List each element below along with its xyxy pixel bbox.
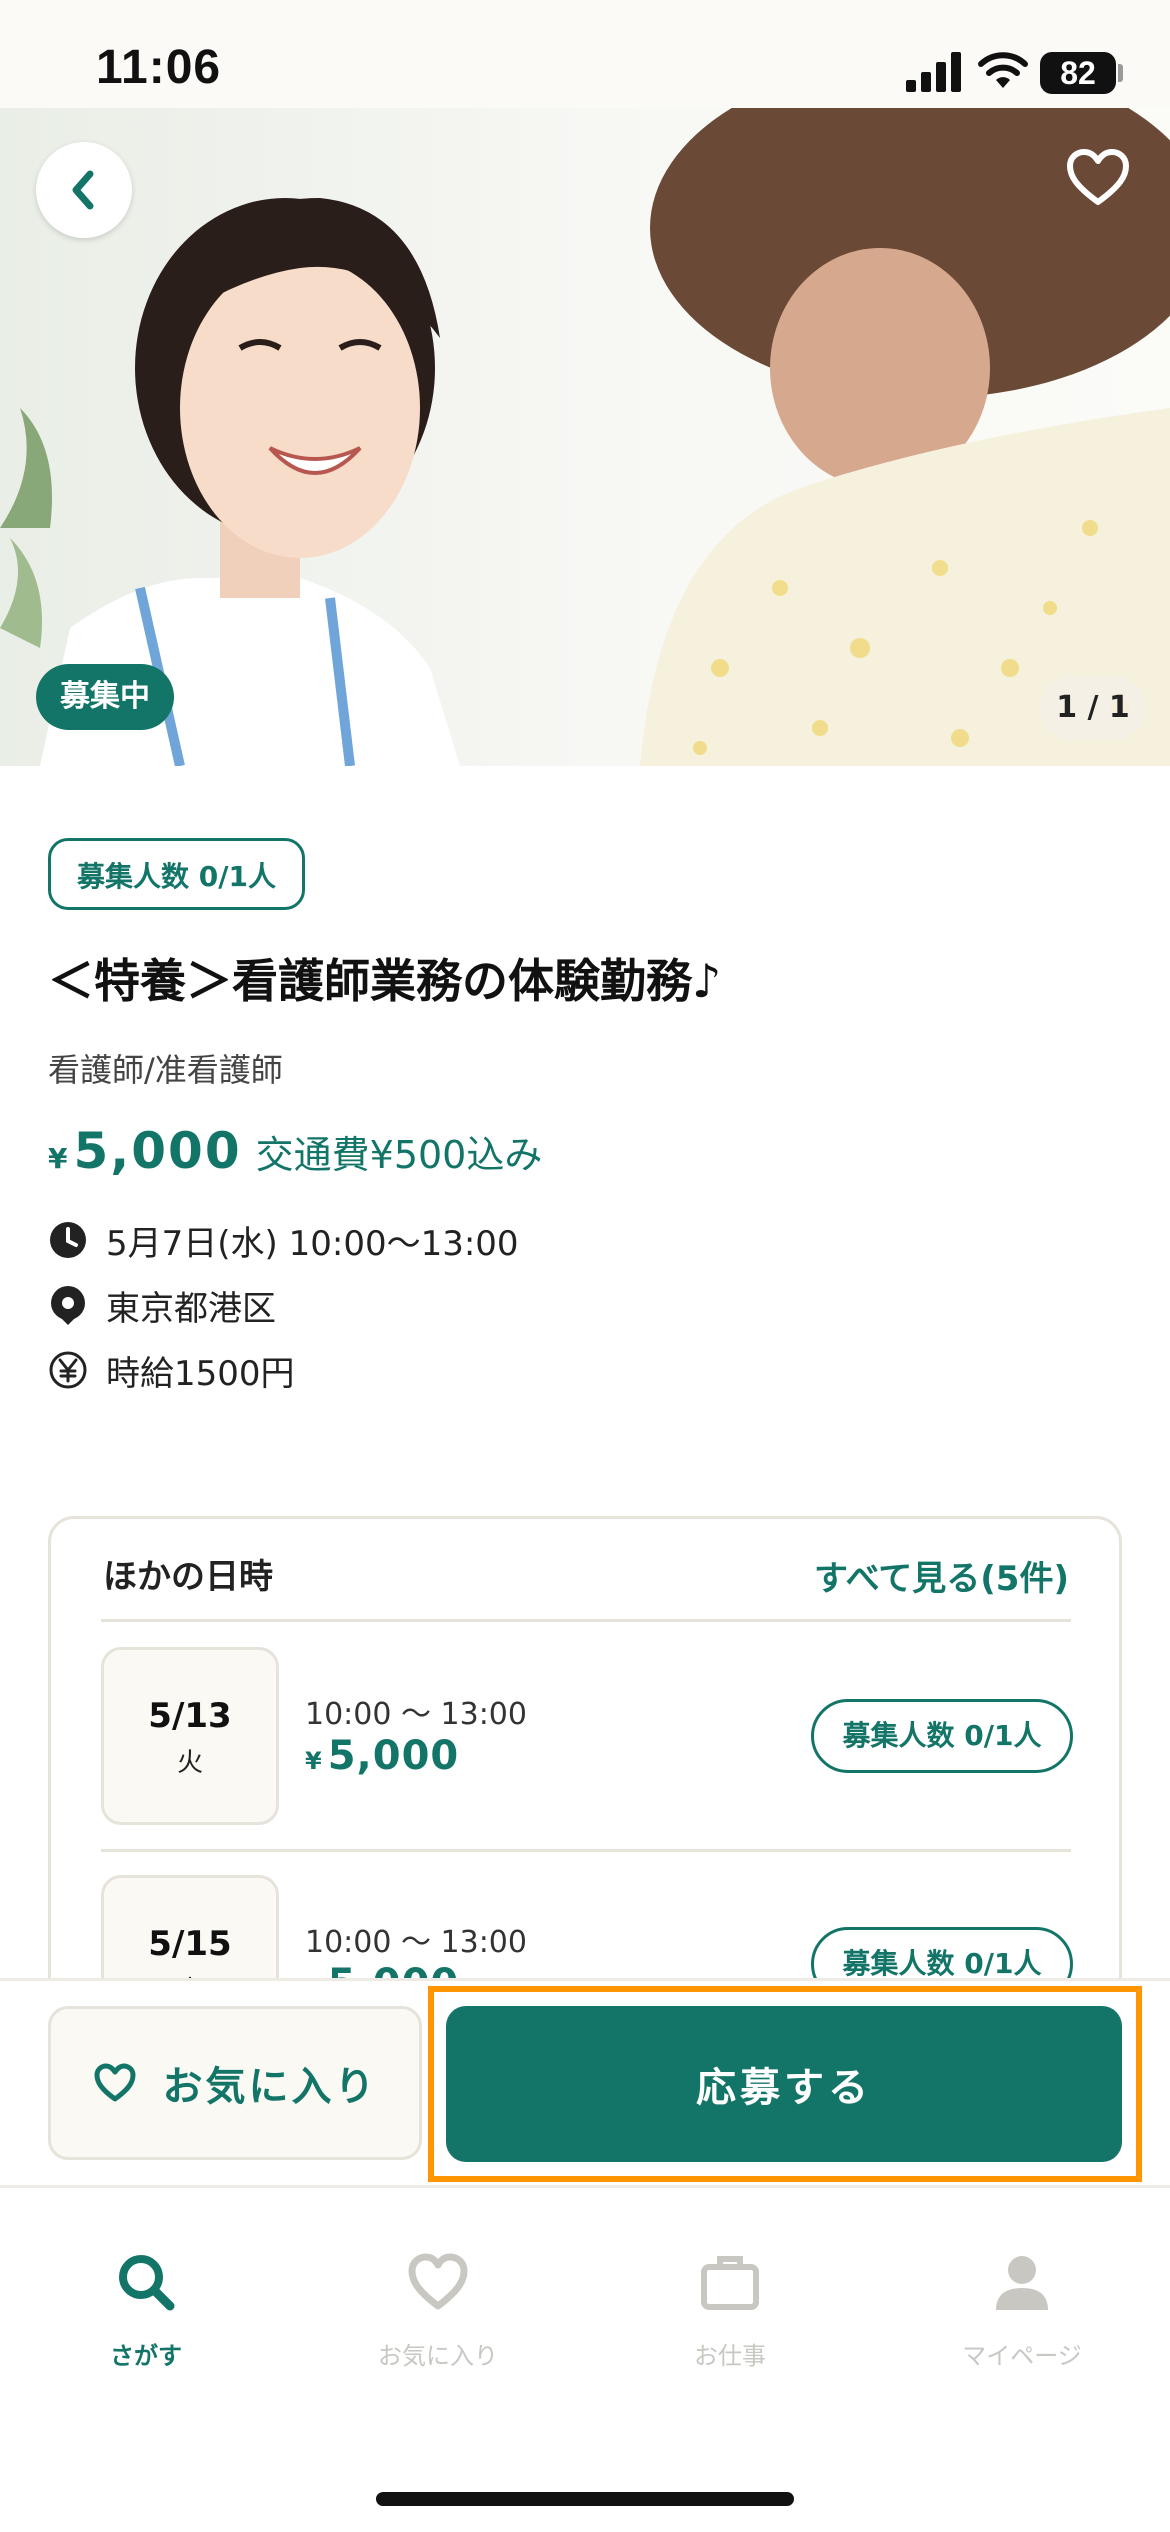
job-datetime-row: 5月7日(水) 10:00〜13:00 [48,1216,519,1264]
tab-label: マイページ [962,2342,1082,2370]
transport-note: 交通費¥500込み [255,1133,543,1177]
slot-time: 10:00 〜 13:00 [305,1697,527,1732]
divider [101,1849,1071,1852]
tab-label: さがす [110,2342,182,2370]
tab-label: お仕事 [694,2342,766,2370]
image-counter: 1 / 1 [1040,676,1146,740]
favorite-heart-icon[interactable] [1066,148,1130,208]
slot-date: 5/13 [148,1696,232,1736]
job-wage-row: 時給1500円 [48,1346,295,1394]
yen-circle-icon [49,1351,87,1389]
heart-icon [408,2253,468,2310]
tab-label: お気に入り [378,2342,498,2370]
job-category: 看護師/准看護師 [48,1051,283,1089]
briefcase-icon [701,2256,759,2310]
search-icon [119,2255,175,2311]
favorite-button[interactable]: お気に入り [48,2006,422,2160]
location-pin-icon [51,1286,85,1325]
job-price: ¥5,000 交通費¥500込み [48,1122,542,1180]
other-dates-card: ほかの日時 すべて見る(5件) 5/13 火 10:00 〜 13:00 ¥5,… [48,1516,1122,2036]
divider [101,1619,1071,1622]
clock-icon [50,1222,86,1258]
job-hero-image[interactable] [0,108,1170,766]
tab-search[interactable]: さがす [36,2250,256,2371]
tab-jobs[interactable]: お仕事 [620,2250,840,2371]
other-dates-title: ほかの日時 [103,1557,273,1597]
home-indicator[interactable] [376,2492,794,2506]
person-icon [996,2256,1048,2310]
see-all-dates-link[interactable]: すべて見る(5件) [814,1551,1069,1600]
slot-weekday: 火 [176,1748,203,1778]
tab-favorites[interactable]: お気に入り [328,2250,548,2371]
apply-button[interactable]: 応募する [446,2006,1122,2162]
slot-capacity-tag: 募集人数 0/1人 [811,1699,1073,1773]
status-time: 11:06 [96,41,222,94]
job-datetime: 5月7日(水) 10:00〜13:00 [106,1223,519,1264]
slot-time: 10:00 〜 13:00 [305,1925,527,1960]
slot-date: 5/15 [148,1924,232,1964]
slot-amount: 5,000 [327,1733,460,1779]
battery-indicator: 82 [1040,52,1116,94]
back-button[interactable] [36,142,132,238]
capacity-tag: 募集人数 0/1人 [48,838,305,910]
job-location: 東京都港区 [106,1288,276,1329]
price-currency: ¥ [48,1142,68,1175]
heart-icon [94,2063,135,2102]
job-title: ＜特養＞看護師業務の体験勤務♪ [48,954,722,1008]
slot-currency: ¥ [305,1747,322,1775]
slot-date-box[interactable]: 5/13 火 [101,1647,279,1825]
job-location-row: 東京都港区 [48,1281,276,1329]
recruiting-status-badge: 募集中 [36,664,174,730]
price-amount: 5,000 [73,1122,242,1180]
favorite-button-label: お気に入り [162,2064,378,2110]
wifi-icon [978,52,1028,88]
slot-price: ¥5,000 [305,1733,459,1779]
cellular-signal-icon [906,52,961,92]
battery-cap [1118,64,1123,82]
chevron-left-icon [72,170,94,210]
tab-mypage[interactable]: マイページ [912,2250,1132,2371]
job-wage: 時給1500円 [106,1353,295,1394]
